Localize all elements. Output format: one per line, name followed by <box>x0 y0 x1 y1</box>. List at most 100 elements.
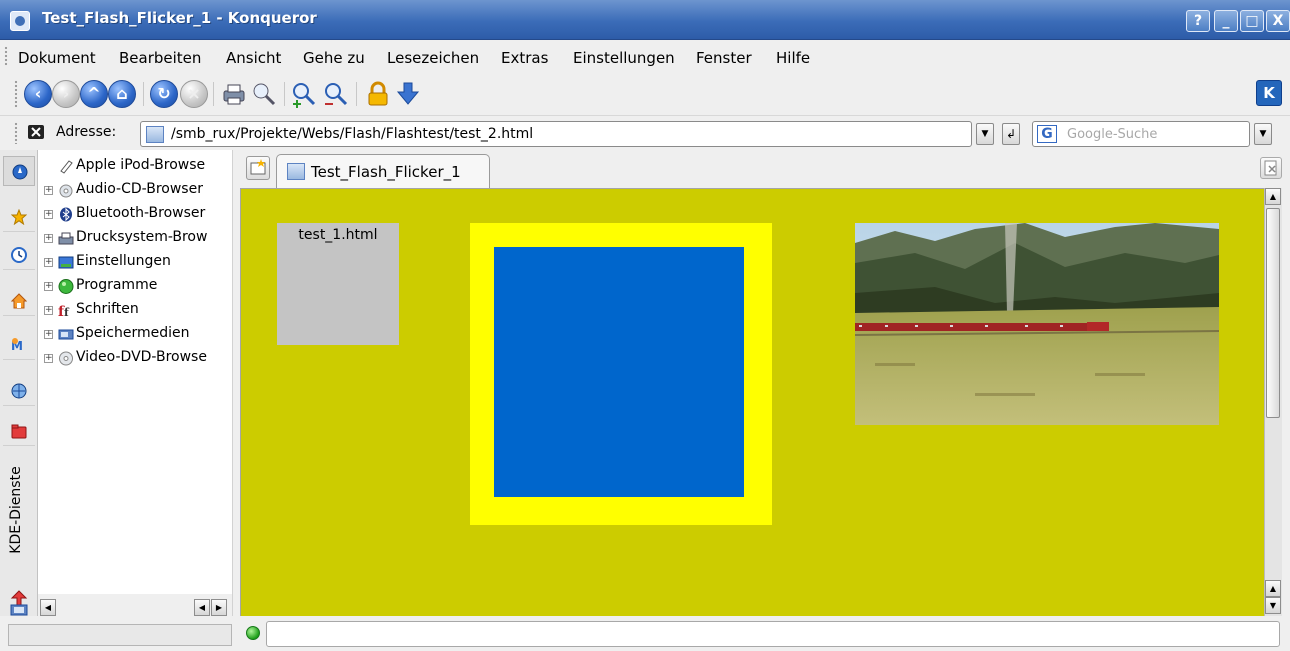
zoom-out-icon[interactable] <box>322 80 350 108</box>
sidebar-tab-history[interactable] <box>3 240 35 270</box>
toolbar-separator <box>284 82 285 106</box>
tree-item-label: Speichermedien <box>76 325 190 341</box>
address-label: Adresse: <box>56 124 117 140</box>
kde-services-label: KDE-Dienste <box>8 466 24 554</box>
scrollbar-thumb[interactable] <box>1266 208 1280 418</box>
tab-label: Test_Flash_Flicker_1 <box>311 163 461 181</box>
services-tree: Apple iPod-Browse + Audio-CD-Browser + B… <box>38 150 232 594</box>
scroll-up-icon[interactable]: ▲ <box>1265 188 1281 205</box>
menu-fenster[interactable]: Fenster <box>696 49 752 67</box>
sidebar-tab-navigation[interactable] <box>3 156 35 186</box>
menu-lesezeichen[interactable]: Lesezeichen <box>387 49 479 67</box>
search-placeholder: Google-Suche <box>1067 127 1158 142</box>
scroll-down-icon[interactable]: ▼ <box>1265 597 1281 614</box>
sidebar-splitter[interactable] <box>232 150 240 624</box>
new-tab-button[interactable] <box>246 156 270 180</box>
tab-bar: Test_Flash_Flicker_1 <box>240 150 1290 188</box>
scroll-right-icon[interactable]: ▶ <box>211 599 227 616</box>
reload-icon[interactable]: ↻ <box>150 80 178 108</box>
location-bar: Adresse: /smb_rux/Projekte/Webs/Flash/Fl… <box>0 116 1290 150</box>
connection-status-icon <box>246 626 260 640</box>
expand-icon[interactable]: + <box>44 330 53 339</box>
kde-logo-icon[interactable]: K <box>1256 80 1282 106</box>
home-icon[interactable]: ⌂ <box>108 80 136 108</box>
flash-embed-test-1[interactable]: test_1.html <box>277 223 399 345</box>
close-button[interactable]: X <box>1266 10 1290 32</box>
title-bar: Test_Flash_Flicker_1 - Konqueror ? _ □ X <box>0 0 1290 40</box>
main-toolbar: ‹ › ^ ⌂ ↻ × K <box>0 72 1290 116</box>
sidebar-tab-bookmarks[interactable] <box>3 202 35 232</box>
expand-icon[interactable]: + <box>44 306 53 315</box>
address-field[interactable]: /smb_rux/Projekte/Webs/Flash/Flashtest/t… <box>140 121 972 147</box>
sidebar-status-field <box>8 624 232 646</box>
tree-item-label: Bluetooth-Browser <box>76 205 206 221</box>
expand-icon[interactable]: + <box>44 234 53 243</box>
tree-item-label: Audio-CD-Browser <box>76 181 203 197</box>
locationbar-handle[interactable] <box>14 122 18 144</box>
search-field[interactable]: G Google-Suche <box>1032 121 1250 147</box>
tree-item-label: Apple iPod-Browse <box>76 157 206 173</box>
menu-hilfe[interactable]: Hilfe <box>776 49 810 67</box>
toolbar-separator <box>143 82 144 106</box>
menu-gehe-zu[interactable]: Gehe zu <box>303 49 365 67</box>
page-viewport[interactable]: test_1.html <box>240 188 1264 616</box>
clear-location-icon[interactable] <box>28 125 44 139</box>
address-url: /smb_rux/Projekte/Webs/Flash/Flashtest/t… <box>171 126 534 142</box>
go-icon[interactable]: ↲ <box>1002 123 1020 145</box>
menu-dokument[interactable]: Dokument <box>18 49 96 67</box>
expand-icon[interactable]: + <box>44 282 53 291</box>
sidebar-tab-root-folder[interactable] <box>3 416 35 446</box>
page-vertical-scrollbar[interactable]: ▲ ▲ ▼ <box>1264 188 1282 616</box>
window-title: Test_Flash_Flicker_1 - Konqueror <box>42 9 317 27</box>
tree-item-label: Programme <box>76 277 158 293</box>
tree-item-label: Video-DVD-Browse <box>76 349 207 365</box>
search-engine-dropdown[interactable]: ▼ <box>1254 123 1272 145</box>
print-icon[interactable] <box>220 80 248 108</box>
menu-extras[interactable]: Extras <box>501 49 548 67</box>
close-tab-button[interactable] <box>1260 157 1282 179</box>
find-icon[interactable] <box>250 80 278 108</box>
scroll-left-icon[interactable]: ◀ <box>194 599 210 616</box>
sidebar-tab-network[interactable] <box>3 376 35 406</box>
toolbar-separator <box>356 82 357 106</box>
tab-favicon <box>287 163 305 180</box>
sidebar-tab-kde-services[interactable]: KDE-Dienste <box>2 450 34 590</box>
back-icon[interactable]: ‹ <box>24 80 52 108</box>
menubar-handle[interactable] <box>4 46 8 66</box>
expand-icon[interactable]: + <box>44 186 53 195</box>
blue-square <box>494 247 744 497</box>
scroll-left-icon[interactable]: ◀ <box>40 599 56 616</box>
sidebar-tab-media[interactable]: M <box>3 330 35 360</box>
expand-icon[interactable]: + <box>44 258 53 267</box>
menu-ansicht[interactable]: Ansicht <box>226 49 281 67</box>
address-history-dropdown[interactable]: ▼ <box>976 123 994 145</box>
sidebar-tab-home[interactable] <box>3 286 35 316</box>
maximize-button[interactable]: □ <box>1240 10 1264 32</box>
sidebar-tab-strip: M KDE-Dienste <box>0 150 38 624</box>
tree-item-label: Drucksystem-Brow <box>76 229 208 245</box>
konqueror-app-icon[interactable] <box>10 11 30 31</box>
svg-text:f: f <box>64 306 70 318</box>
expand-icon[interactable]: + <box>44 210 53 219</box>
menu-bearbeiten[interactable]: Bearbeiten <box>119 49 201 67</box>
stop-icon[interactable]: × <box>180 80 208 108</box>
toolbar-handle[interactable] <box>14 80 18 108</box>
expand-icon[interactable]: + <box>44 354 53 363</box>
toolbar-separator <box>213 82 214 106</box>
page-favicon <box>146 126 164 143</box>
help-button[interactable]: ? <box>1186 10 1210 32</box>
download-icon[interactable] <box>394 80 422 108</box>
forward-icon[interactable]: › <box>52 80 80 108</box>
tree-item-label: Einstellungen <box>76 253 171 269</box>
menu-einstellungen[interactable]: Einstellungen <box>573 49 675 67</box>
scroll-up-icon[interactable]: ▲ <box>1265 580 1281 597</box>
minimize-button[interactable]: _ <box>1214 10 1238 32</box>
google-search-icon[interactable]: G <box>1037 125 1057 143</box>
up-icon[interactable]: ^ <box>80 80 108 108</box>
landscape-photo <box>855 223 1219 425</box>
menu-bar: Dokument Bearbeiten Ansicht Gehe zu Lese… <box>0 40 1290 72</box>
tree-horizontal-scrollbar[interactable]: ◀ ◀ ▶ <box>38 597 232 617</box>
zoom-in-icon[interactable] <box>290 80 318 108</box>
tab-test-flash-flicker[interactable]: Test_Flash_Flicker_1 <box>276 154 490 188</box>
lock-icon[interactable] <box>364 80 392 108</box>
